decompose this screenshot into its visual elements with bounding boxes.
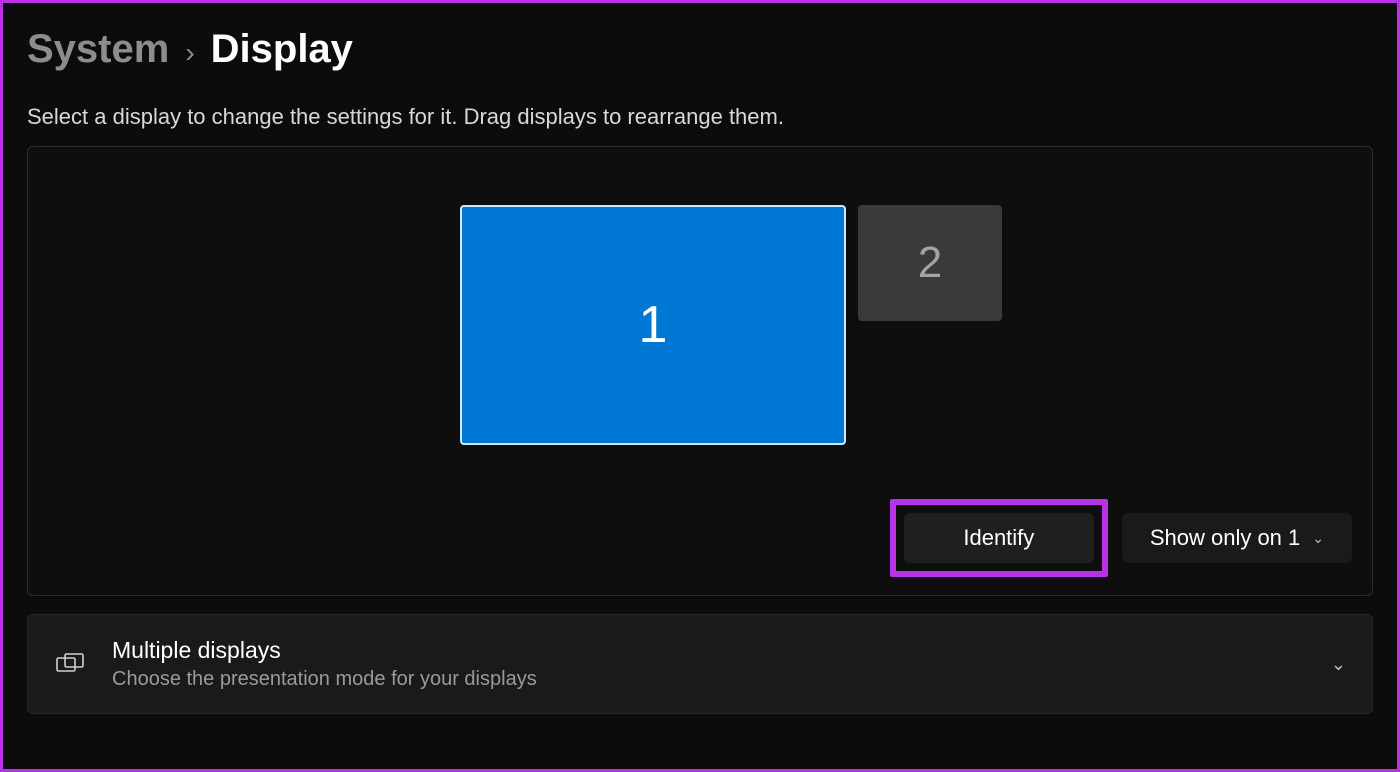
chevron-down-icon: ⌄ bbox=[1312, 530, 1324, 547]
projection-mode-label: Show only on 1 bbox=[1150, 525, 1300, 551]
multiple-displays-subtitle: Choose the presentation mode for your di… bbox=[112, 668, 1305, 691]
identify-highlight-box: Identify bbox=[890, 499, 1108, 577]
displays-container: 1 2 bbox=[460, 205, 1002, 445]
multiple-displays-title: Multiple displays bbox=[112, 637, 1305, 664]
display-arrangement-area: 1 2 Identify Show only on 1 ⌄ bbox=[27, 146, 1373, 596]
display-monitor-1[interactable]: 1 bbox=[460, 205, 846, 445]
multiple-displays-icon bbox=[54, 648, 86, 680]
identify-button[interactable]: Identify bbox=[904, 513, 1094, 563]
breadcrumb-current: Display bbox=[211, 27, 353, 72]
chevron-right-icon: › bbox=[185, 37, 194, 69]
multiple-displays-row[interactable]: Multiple displays Choose the presentatio… bbox=[27, 614, 1373, 714]
display-monitor-2[interactable]: 2 bbox=[858, 205, 1002, 321]
chevron-down-icon: ⌄ bbox=[1331, 654, 1346, 675]
projection-mode-dropdown[interactable]: Show only on 1 ⌄ bbox=[1122, 513, 1352, 563]
breadcrumb-parent-link[interactable]: System bbox=[27, 27, 169, 72]
multiple-displays-text: Multiple displays Choose the presentatio… bbox=[112, 637, 1305, 691]
display-buttons-row: Identify Show only on 1 ⌄ bbox=[890, 499, 1352, 577]
breadcrumb: System › Display bbox=[27, 27, 1373, 72]
page-description: Select a display to change the settings … bbox=[27, 104, 1373, 130]
